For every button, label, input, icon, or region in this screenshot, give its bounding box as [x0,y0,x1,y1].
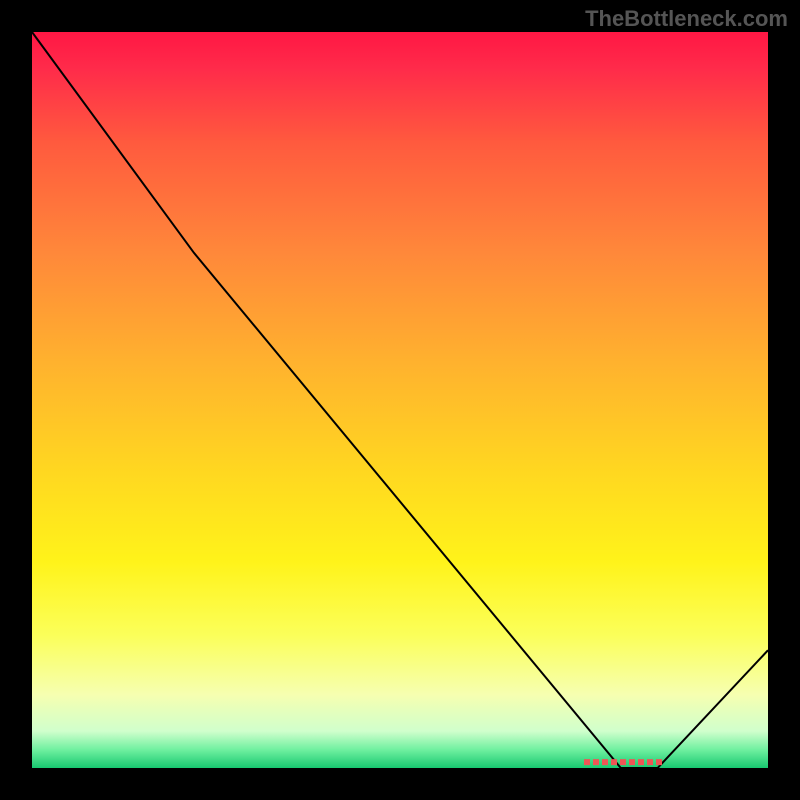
plot-area [32,32,768,768]
watermark-text: TheBottleneck.com [585,6,788,32]
chart-container: TheBottleneck.com [0,0,800,800]
chart-svg [32,32,768,768]
gradient-background [32,32,768,768]
